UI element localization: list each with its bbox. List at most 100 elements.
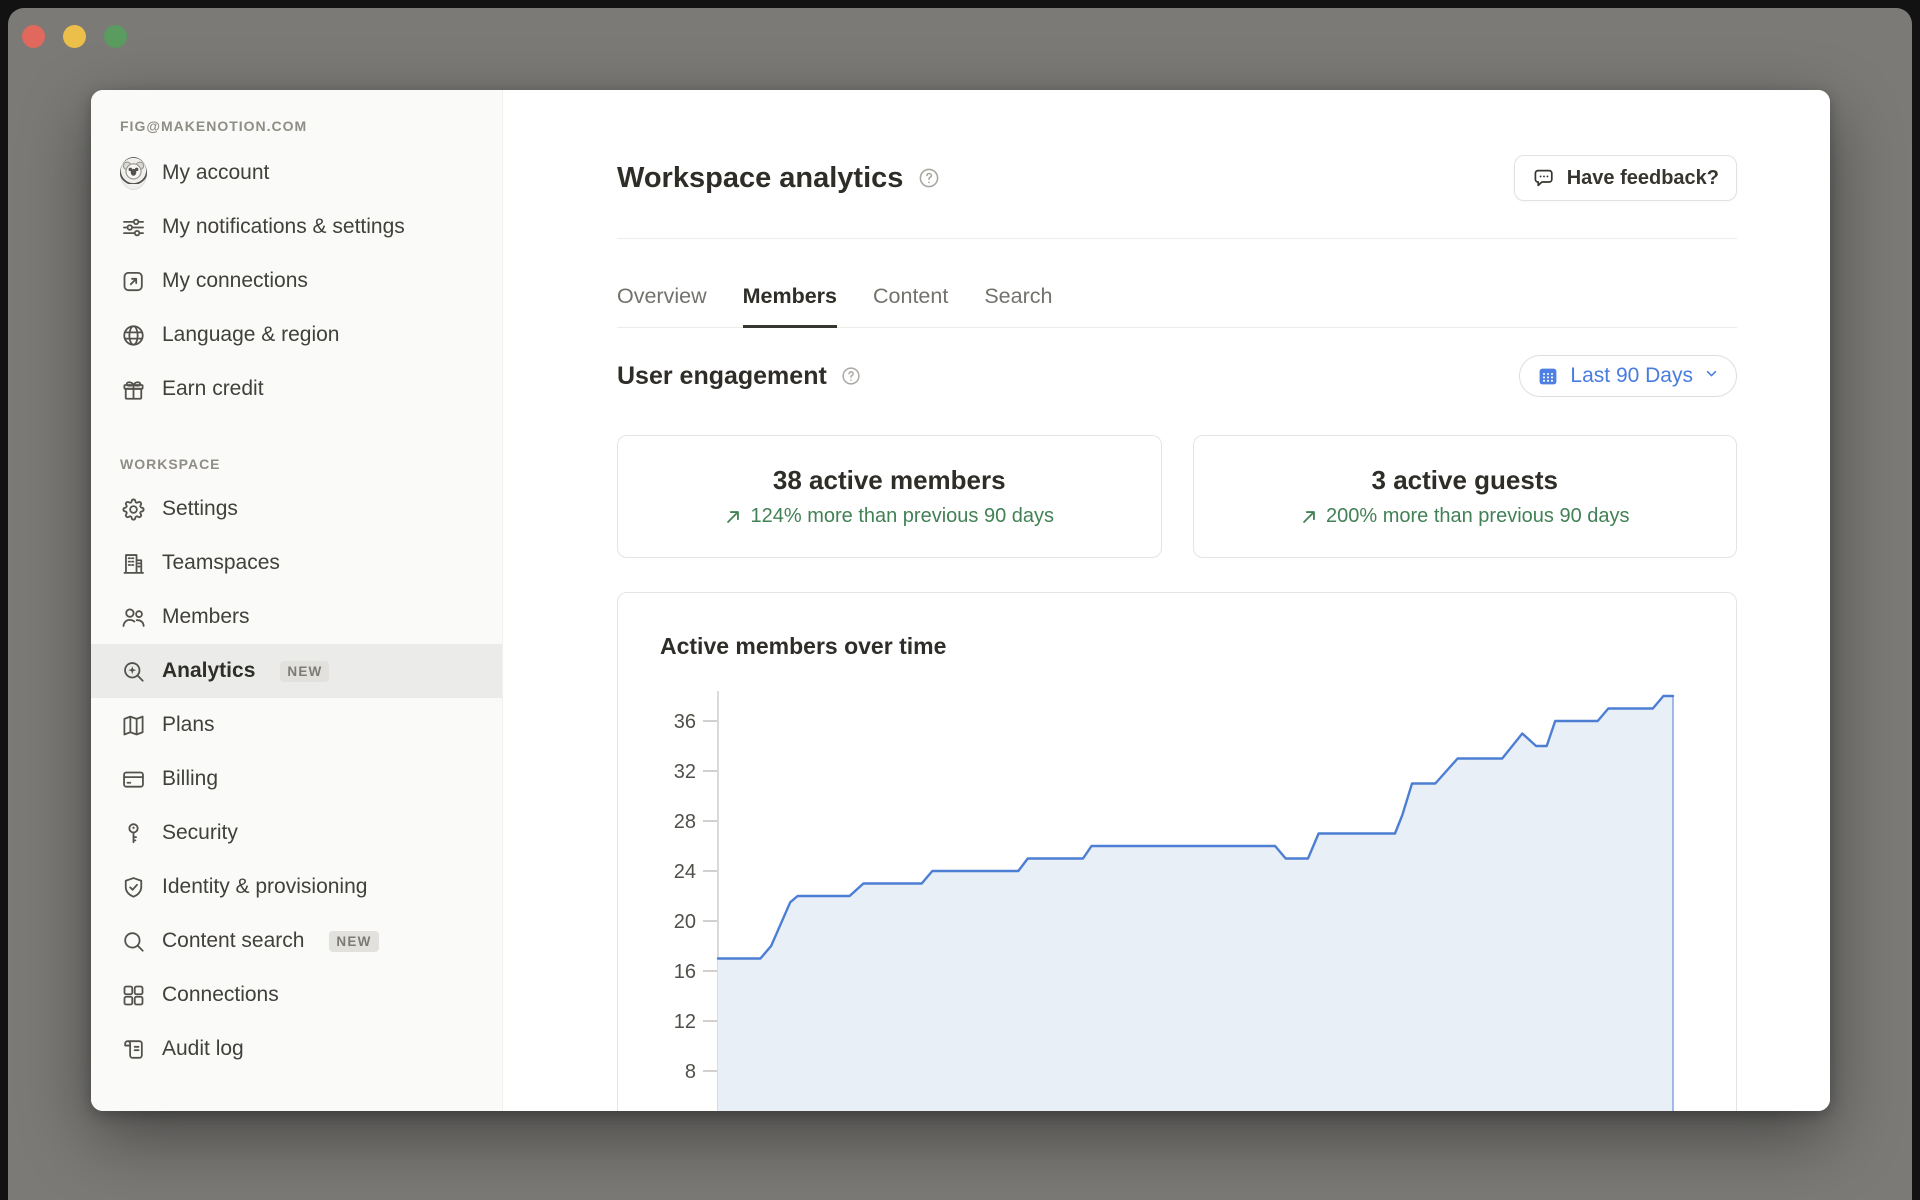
- y-tick-label: 20: [674, 911, 696, 933]
- grid-icon: [120, 982, 147, 1009]
- shield-check-icon: [120, 874, 147, 901]
- stat-cards: 38 active members 124% more than previous…: [617, 435, 1737, 558]
- globe-icon: [120, 322, 147, 349]
- avatar: [120, 157, 147, 190]
- page-header: Workspace analytics Have feedback?: [617, 155, 1737, 201]
- sidebar-item-label: Security: [162, 820, 238, 846]
- page-title: Workspace analytics: [617, 162, 903, 195]
- magnifier-icon: [120, 928, 147, 955]
- y-tick-label: 16: [674, 961, 696, 983]
- y-tick-label: 12: [674, 1011, 696, 1033]
- key-icon: [120, 820, 147, 847]
- sidebar-item-label: Billing: [162, 766, 218, 792]
- sliders-icon: [120, 214, 147, 241]
- feedback-bubble-icon: [1532, 166, 1556, 190]
- stat-value: 38 active members: [773, 465, 1006, 496]
- sidebar-item-language-region[interactable]: Language & region: [91, 308, 502, 362]
- gear-icon: [120, 496, 147, 523]
- calendar-icon: [1536, 364, 1560, 388]
- chevron-down-icon: [1703, 364, 1720, 388]
- credit-card-icon: [120, 766, 147, 793]
- help-icon[interactable]: [917, 166, 941, 190]
- workspace-menu: Settings Teamspaces Members Analytics NEW Pla…: [91, 482, 502, 1076]
- stat-card-active-members: 38 active members 124% more than previous…: [617, 435, 1162, 558]
- sidebar-item-label: My connections: [162, 268, 308, 294]
- sidebar-item-audit-log[interactable]: Audit log: [91, 1022, 502, 1076]
- sidebar-item-label: Content search: [162, 928, 304, 954]
- sidebar-item-my-connections[interactable]: My connections: [91, 254, 502, 308]
- date-range-label: Last 90 Days: [1570, 364, 1693, 388]
- sidebar-item-settings[interactable]: Settings: [91, 482, 502, 536]
- y-tick-label: 28: [674, 811, 696, 833]
- close-button[interactable]: [22, 25, 45, 48]
- y-tick-label: 24: [674, 861, 696, 883]
- sidebar-item-label: Audit log: [162, 1036, 244, 1062]
- analytics-main-panel: Workspace analytics Have feedback?: [503, 90, 1830, 1111]
- members-over-time-chart: 36 32 28 24 20 16 12 8: [618, 593, 1735, 1111]
- sidebar-item-label: My account: [162, 160, 269, 186]
- zoom-button[interactable]: [104, 25, 127, 48]
- sidebar-item-my-account[interactable]: My account: [91, 146, 502, 200]
- arrow-up-right-square-icon: [120, 268, 147, 295]
- help-icon[interactable]: [840, 365, 862, 387]
- sidebar-item-label: Teamspaces: [162, 550, 280, 576]
- sidebar-item-label: Analytics: [162, 658, 255, 684]
- sidebar-item-plans[interactable]: Plans: [91, 698, 502, 752]
- header-divider: [617, 238, 1737, 239]
- sidebar-item-teamspaces[interactable]: Teamspaces: [91, 536, 502, 590]
- sidebar-item-label: Earn credit: [162, 376, 264, 402]
- koala-avatar-icon: [120, 160, 147, 187]
- y-tick-label: 32: [674, 761, 696, 783]
- tab-search[interactable]: Search: [984, 284, 1052, 328]
- user-engagement-header: User engagement: [617, 355, 1737, 397]
- stat-delta-label: 124% more than previous 90 days: [750, 505, 1054, 528]
- sidebar-item-analytics[interactable]: Analytics NEW: [91, 644, 502, 698]
- window-controls: [22, 25, 127, 48]
- stat-delta-label: 200% more than previous 90 days: [1326, 505, 1630, 528]
- section-title: User engagement: [617, 362, 827, 391]
- account-email-label: FIG@MAKENOTION.COM: [120, 118, 502, 134]
- new-badge: NEW: [329, 931, 378, 952]
- building-icon: [120, 550, 147, 577]
- have-feedback-label: Have feedback?: [1567, 167, 1719, 190]
- scroll-icon: [120, 1036, 147, 1063]
- trend-up-icon: [1300, 508, 1318, 526]
- tab-members[interactable]: Members: [743, 284, 837, 328]
- gift-icon: [120, 376, 147, 403]
- sidebar-item-members[interactable]: Members: [91, 590, 502, 644]
- workspace-section-label: WORKSPACE: [120, 456, 502, 472]
- sidebar-item-label: Connections: [162, 982, 279, 1008]
- stat-delta: 200% more than previous 90 days: [1300, 505, 1630, 528]
- settings-sidebar: FIG@MAKENOTION.COM My account My notifica…: [91, 90, 503, 1111]
- sidebar-item-my-notifications-settings[interactable]: My notifications & settings: [91, 200, 502, 254]
- have-feedback-button[interactable]: Have feedback?: [1514, 155, 1737, 201]
- sidebar-item-security[interactable]: Security: [91, 806, 502, 860]
- sidebar-item-label: Members: [162, 604, 250, 630]
- sidebar-item-label: Settings: [162, 496, 238, 522]
- area-fill: [718, 696, 1673, 1111]
- y-tick-label: 8: [685, 1061, 696, 1083]
- magnifier-sparkle-icon: [120, 658, 147, 685]
- trend-up-icon: [724, 508, 742, 526]
- tab-content[interactable]: Content: [873, 284, 948, 328]
- sidebar-item-label: Plans: [162, 712, 215, 738]
- stat-delta: 124% more than previous 90 days: [724, 505, 1054, 528]
- y-tick-label: 36: [674, 711, 696, 733]
- new-badge: NEW: [280, 661, 329, 682]
- minimize-button[interactable]: [63, 25, 86, 48]
- settings-modal: FIG@MAKENOTION.COM My account My notifica…: [91, 90, 1830, 1111]
- tab-overview[interactable]: Overview: [617, 284, 707, 328]
- active-members-chart-card: Active members over time 363228242016128: [617, 592, 1737, 1111]
- sidebar-item-label: Language & region: [162, 322, 340, 348]
- stat-card-active-guests: 3 active guests 200% more than previous 9…: [1193, 435, 1738, 558]
- sidebar-item-label: My notifications & settings: [162, 214, 405, 240]
- sidebar-item-connections[interactable]: Connections: [91, 968, 502, 1022]
- stat-value: 3 active guests: [1372, 465, 1558, 496]
- sidebar-item-content-search[interactable]: Content search NEW: [91, 914, 502, 968]
- map-icon: [120, 712, 147, 739]
- date-range-selector[interactable]: Last 90 Days: [1519, 355, 1737, 397]
- sidebar-item-identity-provisioning[interactable]: Identity & provisioning: [91, 860, 502, 914]
- account-menu: My account My notifications & settings My …: [91, 146, 502, 416]
- sidebar-item-earn-credit[interactable]: Earn credit: [91, 362, 502, 416]
- sidebar-item-billing[interactable]: Billing: [91, 752, 502, 806]
